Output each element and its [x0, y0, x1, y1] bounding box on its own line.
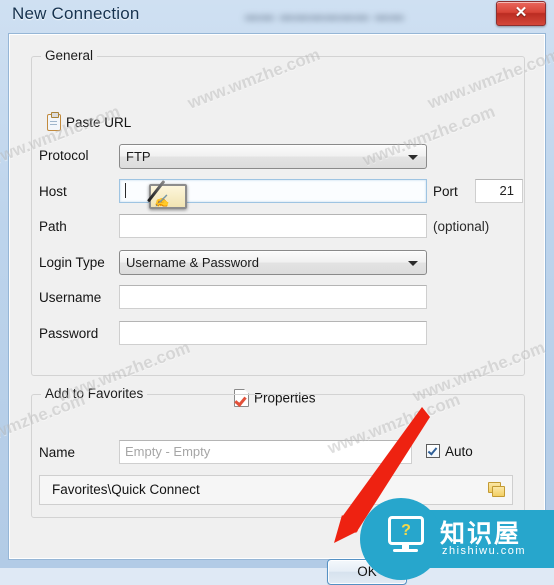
favorite-name-input[interactable]: Empty - Empty — [119, 440, 412, 464]
host-input[interactable] — [119, 179, 427, 203]
dialog-window: ▬▬ ▬▬▬▬▬▬ ▬▬ New Connection ✕ General Pa… — [0, 0, 554, 585]
password-input[interactable] — [119, 321, 427, 345]
title-bar: ▬▬ ▬▬▬▬▬▬ ▬▬ New Connection ✕ — [0, 0, 554, 33]
background-app-text: ▬▬ ▬▬▬▬▬▬ ▬▬ — [245, 7, 405, 23]
text-caret — [125, 183, 126, 198]
close-button[interactable]: ✕ — [496, 1, 546, 26]
favorite-name-label: Name — [39, 445, 76, 460]
login-type-select[interactable]: Username & Password — [119, 250, 427, 275]
login-type-value: Username & Password — [126, 255, 259, 270]
port-input[interactable]: 21 — [475, 179, 523, 203]
chevron-down-icon — [408, 261, 418, 266]
checkmark-icon — [426, 444, 440, 458]
username-label: Username — [39, 290, 102, 305]
chevron-down-icon — [408, 155, 418, 160]
clipboard-icon — [47, 112, 61, 131]
port-label: Port — [433, 184, 458, 199]
login-type-label: Login Type — [39, 255, 105, 270]
general-group-title: General — [41, 48, 98, 63]
favorite-name-placeholder: Empty - Empty — [125, 444, 211, 459]
path-input[interactable] — [119, 214, 427, 238]
port-value: 21 — [499, 183, 514, 198]
protocol-label: Protocol — [39, 148, 89, 163]
host-label: Host — [39, 184, 67, 199]
protocol-value: FTP — [126, 149, 151, 164]
password-label: Password — [39, 326, 99, 341]
folders-icon[interactable] — [488, 482, 505, 497]
dialog-client-area: General Paste URL Protocol FTP Host Port… — [8, 33, 546, 585]
close-icon: ✕ — [514, 4, 528, 21]
protocol-select[interactable]: FTP — [119, 144, 427, 169]
auto-checkbox[interactable]: Auto — [426, 444, 473, 459]
window-title: New Connection — [12, 4, 140, 23]
ok-button[interactable]: OK — [327, 559, 407, 585]
favorites-path-bar[interactable]: Favorites\Quick Connect — [39, 475, 513, 505]
paste-url-label: Paste URL — [66, 115, 132, 130]
path-optional-hint: (optional) — [433, 219, 490, 234]
paste-url-button[interactable]: Paste URL — [47, 112, 132, 131]
favorites-group-title: Add to Favorites — [41, 386, 148, 401]
username-input[interactable] — [119, 285, 427, 309]
auto-label: Auto — [445, 444, 473, 459]
path-label: Path — [39, 219, 67, 234]
favorites-path-value: Favorites\Quick Connect — [52, 482, 200, 497]
